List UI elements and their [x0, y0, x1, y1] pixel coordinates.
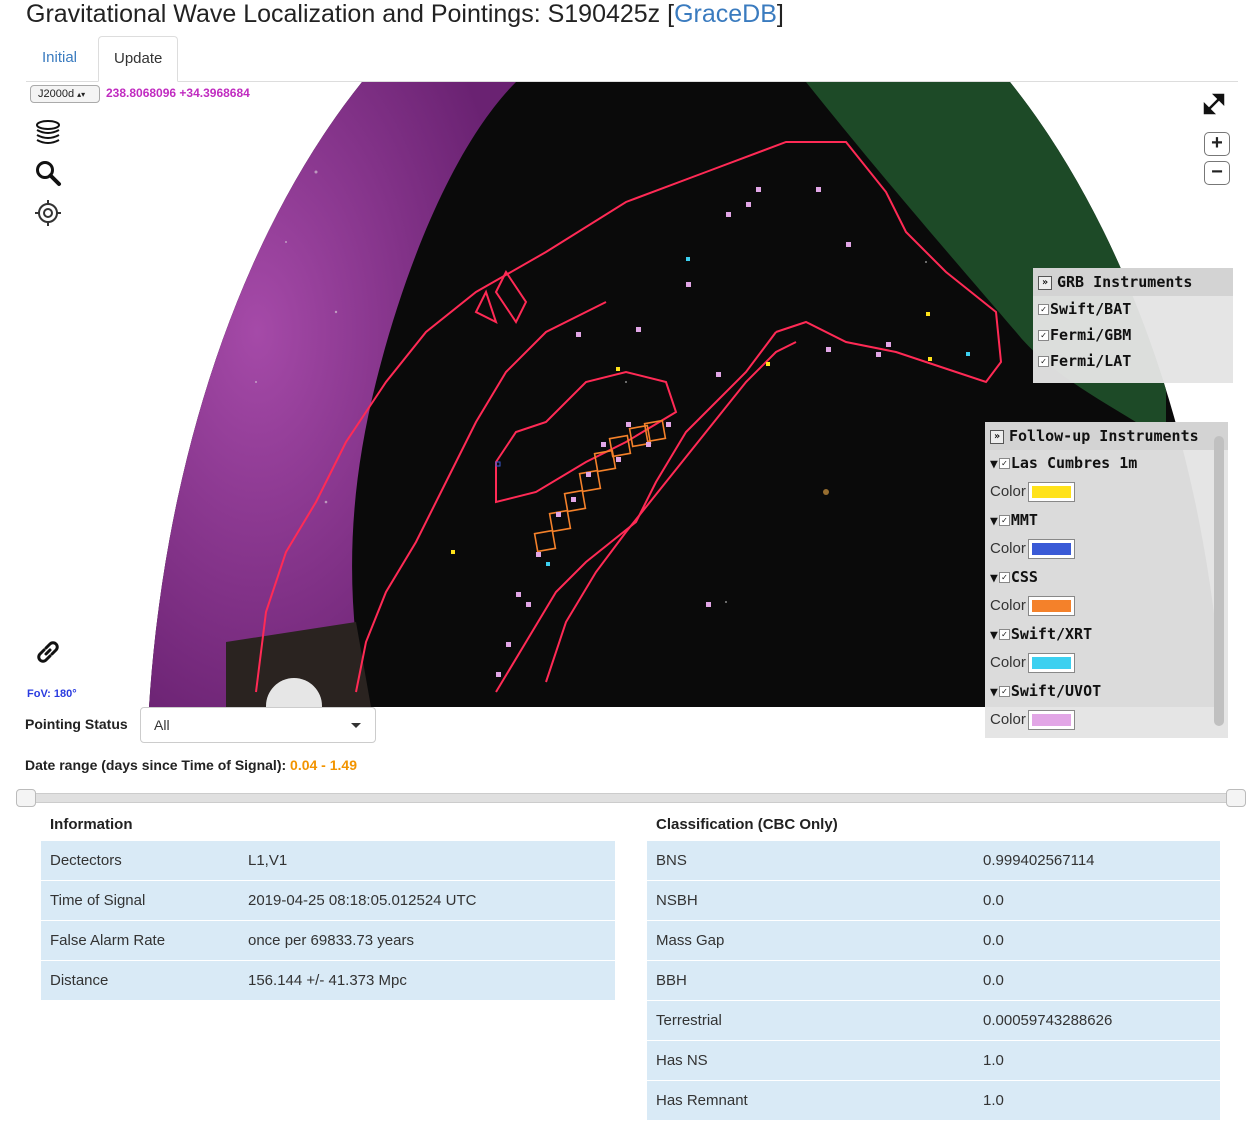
followup-panel-header[interactable]: » Follow-up Instruments — [985, 422, 1228, 450]
row-label: False Alarm Rate — [50, 932, 166, 949]
frame-select[interactable]: J2000d ▴▾ — [30, 85, 100, 103]
tab-bar: Initial Update — [26, 36, 1238, 82]
row-value: once per 69833.73 years — [248, 932, 414, 949]
cursor-coordinates: 238.8068096 +34.3968684 — [104, 86, 252, 100]
color-swatch[interactable] — [1027, 482, 1075, 503]
followup-item[interactable]: ▼ ✓ MMT — [985, 507, 1228, 533]
color-swatch[interactable] — [1027, 539, 1075, 560]
row-label: Has NS — [656, 1052, 708, 1069]
checkbox-checked-icon[interactable]: ✓ — [998, 629, 1010, 640]
pointing-status-select[interactable]: All — [140, 707, 376, 743]
row-value: 2019-04-25 08:18:05.012524 UTC — [248, 892, 477, 909]
slider-track[interactable] — [24, 793, 1238, 803]
row-label: Time of Signal — [50, 892, 146, 909]
followup-instruments-panel: » Follow-up Instruments ▼ ✓ Las Cumbres 1m C… — [985, 422, 1228, 738]
table-row: Dectectors L1,V1 — [41, 840, 615, 880]
color-swatch[interactable] — [1027, 653, 1075, 674]
table-row: Terrestrial 0.00059743288626 — [647, 1000, 1220, 1040]
pointing-status-label: Pointing Status — [25, 716, 128, 732]
fov-readout: FoV: 180° — [27, 688, 77, 700]
row-value: 1.0 — [983, 1092, 1004, 1109]
row-value: 0.00059743288626 — [983, 1012, 1113, 1029]
color-swatch[interactable] — [1027, 596, 1075, 617]
classification-header: Classification (CBC Only) — [656, 816, 838, 833]
date-range-label: Date range (days since Time of Signal): … — [25, 757, 357, 773]
followup-item[interactable]: ▼ ✓ Swift/XRT — [985, 621, 1228, 647]
row-value: L1,V1 — [248, 852, 288, 869]
checkbox-checked-icon[interactable]: ✓ — [1038, 356, 1049, 367]
row-label: Has Remnant — [656, 1092, 748, 1109]
checkbox-checked-icon[interactable]: ✓ — [1038, 304, 1049, 315]
table-row: Mass Gap 0.0 — [647, 920, 1220, 960]
expand-triangle-icon[interactable]: ▼ — [990, 509, 998, 535]
row-label: Terrestrial — [656, 1012, 722, 1029]
layers-icon[interactable] — [33, 118, 63, 148]
expand-triangle-icon[interactable]: ▼ — [990, 623, 998, 649]
information-table: Information Dectectors L1,V1 Time of Signa… — [41, 810, 615, 1000]
followup-color-row: Color — [985, 533, 1228, 564]
followup-item[interactable]: ▼ ✓ CSS — [985, 564, 1228, 590]
color-swatch[interactable] — [1027, 710, 1075, 731]
row-value: 0.0 — [983, 932, 1004, 949]
expand-icon[interactable]: » — [1038, 275, 1052, 290]
followup-color-row: Color — [985, 704, 1228, 735]
expand-triangle-icon[interactable]: ▼ — [990, 680, 998, 706]
checkbox-checked-icon[interactable]: ✓ — [998, 572, 1010, 583]
table-row: Has NS 1.0 — [647, 1040, 1220, 1080]
fullscreen-icon[interactable] — [1202, 92, 1226, 116]
expand-triangle-icon[interactable]: ▼ — [990, 452, 998, 478]
followup-color-row: Color — [985, 590, 1228, 621]
checkbox-checked-icon[interactable]: ✓ — [998, 515, 1010, 526]
row-label: NSBH — [656, 892, 698, 909]
information-header: Information — [50, 816, 133, 833]
crosshair-icon[interactable] — [33, 198, 63, 228]
row-label: Mass Gap — [656, 932, 725, 949]
slider-handle-max[interactable] — [1226, 789, 1246, 807]
row-label: BNS — [656, 852, 687, 869]
grb-instruments-panel: » GRB Instruments ✓ Swift/BAT ✓ Fermi/GBM ✓… — [1033, 268, 1233, 383]
row-label: BBH — [656, 972, 687, 989]
grb-panel-header[interactable]: » GRB Instruments — [1033, 268, 1233, 296]
tab-initial[interactable]: Initial — [27, 36, 92, 82]
slider-handle-min[interactable] — [16, 789, 36, 807]
row-value: 0.0 — [983, 892, 1004, 909]
grb-item[interactable]: ✓ Fermi/LAT — [1033, 348, 1233, 374]
expand-icon[interactable]: » — [990, 429, 1004, 444]
table-row: Distance 156.144 +/- 41.373 Mpc — [41, 960, 615, 1000]
chevron-down-icon — [351, 723, 361, 728]
followup-item[interactable]: ▼ ✓ Las Cumbres 1m — [985, 450, 1228, 476]
row-value: 0.999402567114 — [983, 852, 1095, 869]
table-row: Time of Signal 2019-04-25 08:18:05.012524… — [41, 880, 615, 920]
zoom-out-button[interactable]: − — [1204, 161, 1230, 185]
checkbox-checked-icon[interactable]: ✓ — [1038, 330, 1049, 341]
table-row: BNS 0.999402567114 — [647, 840, 1220, 880]
table-row: BBH 0.0 — [647, 960, 1220, 1000]
gracedb-link[interactable]: GraceDB — [674, 0, 777, 28]
expand-triangle-icon[interactable]: ▼ — [990, 566, 998, 592]
table-row: False Alarm Rate once per 69833.73 years — [41, 920, 615, 960]
table-row: NSBH 0.0 — [647, 880, 1220, 920]
zoom-in-button[interactable]: + — [1204, 132, 1230, 156]
followup-color-row: Color — [985, 476, 1228, 507]
grb-item[interactable]: ✓ Fermi/GBM — [1033, 322, 1233, 348]
checkbox-checked-icon[interactable]: ✓ — [998, 458, 1010, 469]
row-label: Distance — [50, 972, 109, 989]
checkbox-checked-icon[interactable]: ✓ — [998, 686, 1010, 697]
row-value: 156.144 +/- 41.373 Mpc — [248, 972, 407, 989]
followup-color-row: Color — [985, 647, 1228, 678]
tab-update[interactable]: Update — [98, 36, 179, 82]
table-row: Has Remnant 1.0 — [647, 1080, 1220, 1120]
grb-item[interactable]: ✓ Swift/BAT — [1033, 296, 1233, 322]
panel-scrollbar[interactable] — [1214, 436, 1224, 726]
date-range-value: 0.04 - 1.49 — [290, 757, 357, 773]
row-label: Dectectors — [50, 852, 122, 869]
share-link-icon[interactable] — [33, 637, 63, 667]
followup-item[interactable]: ▼ ✓ Swift/UVOT — [985, 678, 1228, 704]
classification-table: Classification (CBC Only) BNS 0.999402567… — [647, 810, 1220, 1120]
page-title: Gravitational Wave Localization and Poin… — [26, 0, 784, 28]
row-value: 0.0 — [983, 972, 1004, 989]
search-icon[interactable] — [33, 158, 63, 188]
row-value: 1.0 — [983, 1052, 1004, 1069]
date-range-slider[interactable] — [16, 789, 1246, 807]
